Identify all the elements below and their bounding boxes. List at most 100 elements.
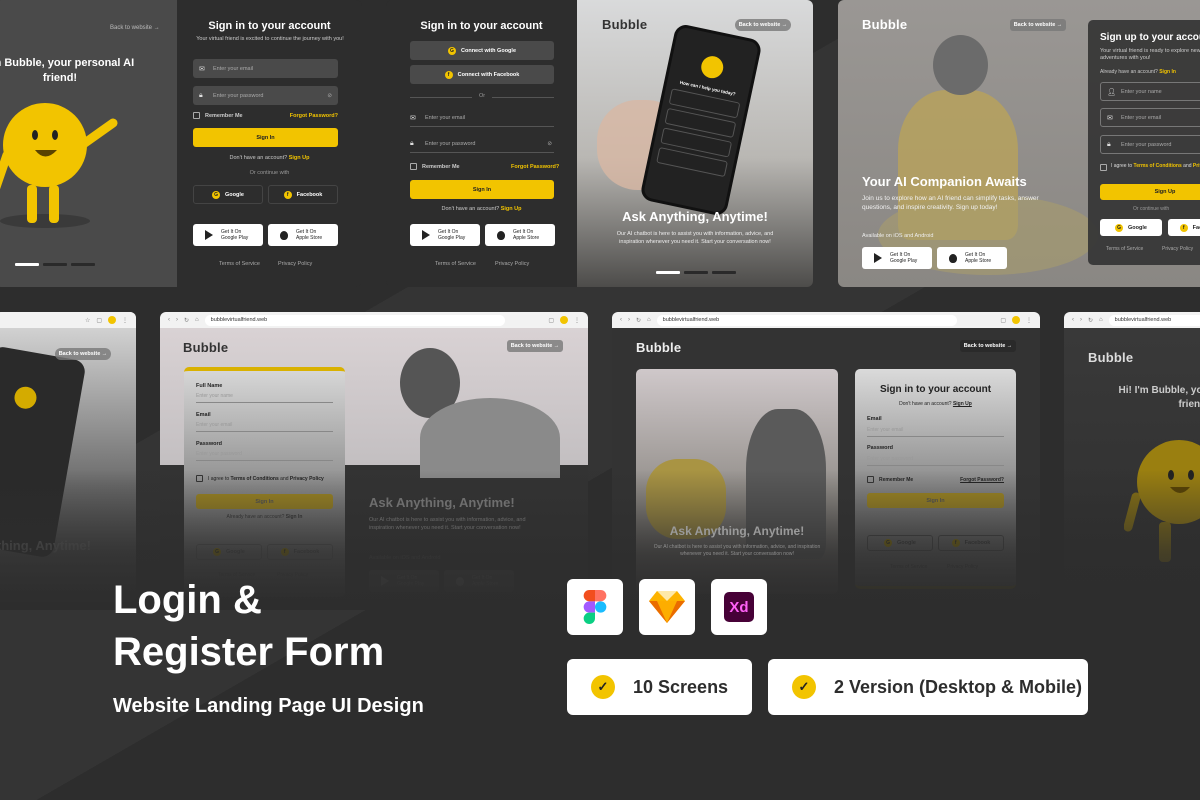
agree-checkbox[interactable] (1100, 164, 1107, 171)
mascot-panel: Back to website → I'm Bubble, your perso… (0, 0, 177, 287)
terms-conditions-link[interactable]: Terms of Conditions (231, 476, 279, 482)
mail-icon: ✉ (1107, 114, 1113, 122)
back-icon[interactable]: ‹ (1072, 317, 1074, 323)
terms-link[interactable]: Terms of Service (435, 261, 476, 267)
email-input[interactable]: ✉ Enter your email (1100, 108, 1200, 127)
bubble-logo: Bubble (183, 340, 229, 355)
privacy-link[interactable]: Privacy Policy (495, 261, 529, 267)
play-icon (874, 253, 882, 263)
eye-off-icon[interactable]: ⊘ (547, 141, 552, 147)
sign-up-link[interactable]: Sign Up (501, 206, 522, 212)
email-input[interactable]: Enter your email (196, 422, 333, 432)
home-icon[interactable]: ⌂ (1099, 317, 1103, 323)
phone-mascot (12, 384, 39, 411)
full-name-input[interactable]: Enter your name (196, 393, 333, 403)
google-button[interactable]: G Google (193, 185, 263, 204)
reload-icon[interactable]: ↻ (636, 317, 641, 324)
home-icon[interactable]: ⌂ (195, 317, 199, 323)
remember-checkbox[interactable] (193, 112, 200, 119)
forgot-password-link[interactable]: Forgot Password? (511, 164, 559, 170)
back-to-website-button[interactable]: Back to website → (1010, 19, 1066, 31)
facebook-button[interactable]: f Facebook (268, 185, 338, 204)
email-input[interactable]: ✉ Enter your email (193, 59, 338, 78)
terms-conditions-link[interactable]: Terms of Conditions (1134, 163, 1182, 169)
name-placeholder: Enter your name (1121, 88, 1162, 95)
eye-off-icon[interactable]: ⊘ (327, 93, 332, 99)
google-play-button[interactable]: Get It OnGoogle Play (193, 224, 263, 246)
apple-icon (949, 253, 957, 263)
extensions-icon[interactable]: ▢ (1000, 317, 1006, 324)
privacy-link[interactable]: Privacy Policy (1162, 246, 1193, 252)
password-input[interactable]: 🔒︎ Enter your password ⊘ (193, 86, 338, 105)
sign-up-link[interactable]: Sign Up (289, 155, 310, 161)
back-to-website-link[interactable]: Back to website → (110, 25, 160, 31)
signup-subtitle: Your virtual friend is ready to explore … (1100, 48, 1200, 61)
forward-icon[interactable]: › (176, 317, 178, 323)
signin-prompt-text: Already have an account? (1100, 69, 1158, 75)
email-input[interactable]: Enter your email (867, 427, 1004, 437)
back-to-website-button[interactable]: Back to website → (507, 340, 563, 352)
extensions-icon[interactable]: ▢ (96, 317, 102, 324)
remember-checkbox[interactable] (410, 163, 417, 170)
agree-prefix: I agree to (208, 476, 230, 482)
sign-in-button[interactable]: Sign In (193, 128, 338, 147)
or-divider: Or continue with (249, 170, 290, 176)
carousel-dots[interactable] (15, 253, 99, 271)
terms-link[interactable]: Terms of Service (219, 261, 260, 267)
email-input[interactable]: ✉ Enter your email (410, 110, 554, 127)
menu-icon[interactable]: ⋮ (574, 317, 580, 324)
google-play-button[interactable]: Get It OnGoogle Play (862, 247, 932, 269)
reload-icon[interactable]: ↻ (1088, 317, 1093, 324)
sign-up-button[interactable]: Sign Up (1100, 184, 1200, 200)
google-play-label: Google Play (438, 235, 466, 241)
back-icon[interactable]: ‹ (168, 317, 170, 323)
back-to-website-button[interactable]: Back to website → (735, 19, 791, 31)
back-to-website-button[interactable]: Back to website → (960, 340, 1016, 352)
name-input[interactable]: 👤︎ Enter your name (1100, 82, 1200, 101)
reload-icon[interactable]: ↻ (184, 317, 189, 324)
profile-avatar[interactable] (560, 316, 568, 324)
google-button[interactable]: G Google (1100, 219, 1162, 236)
forgot-password-link[interactable]: Forgot Password? (290, 113, 338, 119)
profile-avatar[interactable] (1012, 316, 1020, 324)
address-bar[interactable]: bubblevirtualfriend.web (656, 314, 957, 326)
address-bar[interactable]: bubblevirtualfriend.web (1108, 314, 1200, 326)
forward-icon[interactable]: › (1080, 317, 1082, 323)
full-name-label: Full Name (196, 383, 223, 389)
terms-link[interactable]: Terms of Service (1106, 246, 1143, 252)
address-bar[interactable]: bubblevirtualfriend.web (204, 314, 505, 326)
password-input[interactable]: Enter your password (196, 451, 333, 461)
get-it-on: Get It On (438, 228, 459, 235)
apple-store-button[interactable]: Get It OnApple Store (937, 247, 1007, 269)
google-play-button[interactable]: Get It OnGoogle Play (410, 224, 480, 246)
profile-avatar[interactable] (108, 316, 116, 324)
back-to-website-button[interactable]: Back to website → (55, 348, 111, 360)
sign-in-link[interactable]: Sign In (1159, 69, 1176, 75)
privacy-link[interactable]: Privacy Policy (278, 261, 312, 267)
facebook-button[interactable]: f Facebook (1168, 219, 1200, 236)
privacy-policy-link[interactable]: Privacy Policy (290, 476, 324, 482)
password-placeholder: Enter your password (213, 92, 264, 99)
menu-icon[interactable]: ⋮ (122, 317, 128, 324)
password-input[interactable]: Enter your password (867, 456, 1004, 466)
apple-store-button[interactable]: Get It OnApple Store (268, 224, 338, 246)
back-icon[interactable]: ‹ (620, 317, 622, 323)
menu-icon[interactable]: ⋮ (1026, 317, 1032, 324)
sign-in-button[interactable]: Sign In (410, 180, 554, 199)
home-icon[interactable]: ⌂ (647, 317, 651, 323)
forward-icon[interactable]: › (628, 317, 630, 323)
password-input[interactable]: 🔒︎ Enter your password ⊘ (410, 136, 554, 153)
signup-prompt: Don't have an account? Sign Up (386, 206, 577, 212)
star-icon[interactable]: ☆ (85, 317, 90, 324)
password-label: Password (867, 445, 893, 451)
connect-google-button[interactable]: G Connect with Google (410, 41, 554, 60)
hero-text: Our AI chatbot is here to assist you wit… (369, 517, 526, 531)
bubble-logo: Bubble (862, 17, 908, 32)
privacy-policy-link[interactable]: Privacy Policy (1193, 163, 1200, 169)
password-input[interactable]: 🔒︎ Enter your password (1100, 135, 1200, 154)
connect-facebook-button[interactable]: f Connect with Facebook (410, 65, 554, 84)
apple-store-button[interactable]: Get It OnApple Store (485, 224, 555, 246)
extensions-icon[interactable]: ▢ (548, 317, 554, 324)
carousel-dots[interactable] (656, 261, 740, 279)
sign-up-link[interactable]: Sign Up (953, 401, 972, 407)
